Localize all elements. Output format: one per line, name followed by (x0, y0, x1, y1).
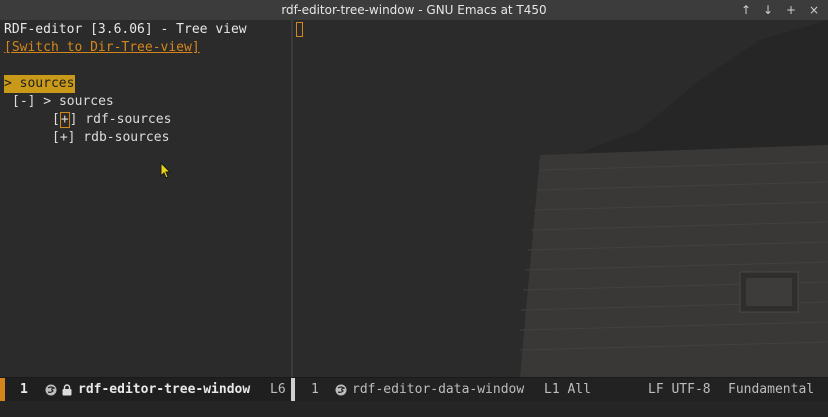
point-cursor: + (59, 112, 70, 128)
tree-node-sources[interactable]: [-] > sources (12, 93, 114, 111)
minibuffer[interactable] (0, 401, 828, 417)
emacs-icon (335, 384, 347, 396)
left-window-number: 1 (20, 382, 28, 397)
mode-line-separator (291, 378, 295, 402)
tree-window-pane[interactable]: RDF-editor [3.6.06] - Tree view [Switch … (0, 20, 290, 377)
right-buffer-name[interactable]: rdf-editor-data-window (352, 378, 524, 402)
arrow-up-icon[interactable]: ↑ (735, 0, 757, 20)
selected-node[interactable]: > sources (4, 75, 76, 93)
major-mode[interactable]: Fundamental (728, 378, 814, 402)
tree-header: RDF-editor [3.6.06] - Tree view (4, 22, 247, 37)
right-window-number: 1 (311, 382, 319, 397)
left-buffer-name[interactable]: rdf-editor-tree-window (78, 378, 250, 402)
node-label: ] rdf-sources (69, 112, 172, 127)
maximize-button[interactable]: + (780, 0, 802, 20)
mode-line: 1 rdf-editor-tree-window L6 1 rdf-editor… (0, 377, 828, 402)
arrow-down-icon[interactable]: ↓ (757, 0, 779, 20)
tree-node-rdb-sources[interactable]: [+] rdb-sources (52, 129, 169, 147)
switch-dir-tree-link[interactable]: [Switch to Dir-Tree-view] (4, 39, 200, 57)
emacs-icon (45, 384, 57, 396)
encoding-indicator[interactable]: LF UTF-8 (648, 378, 711, 402)
right-position: L1 All (544, 382, 591, 397)
lock-icon (62, 384, 72, 396)
mouse-pointer-icon (160, 162, 172, 179)
emacs-window: rdf-editor-tree-window - GNU Emacs at T4… (0, 0, 828, 417)
left-line-number: L6 (270, 382, 286, 397)
bracket-open: [ (52, 112, 60, 127)
window-title: rdf-editor-tree-window - GNU Emacs at T4… (281, 3, 547, 17)
active-window-indicator (0, 378, 5, 402)
title-bar: rdf-editor-tree-window - GNU Emacs at T4… (0, 0, 828, 21)
data-window-pane[interactable] (293, 20, 828, 377)
close-button[interactable]: × (803, 0, 825, 20)
tree-node-rdf-sources[interactable]: [+] rdf-sources (52, 111, 171, 129)
editor-body: RDF-editor [3.6.06] - Tree view [Switch … (0, 20, 828, 377)
text-cursor (296, 22, 303, 37)
